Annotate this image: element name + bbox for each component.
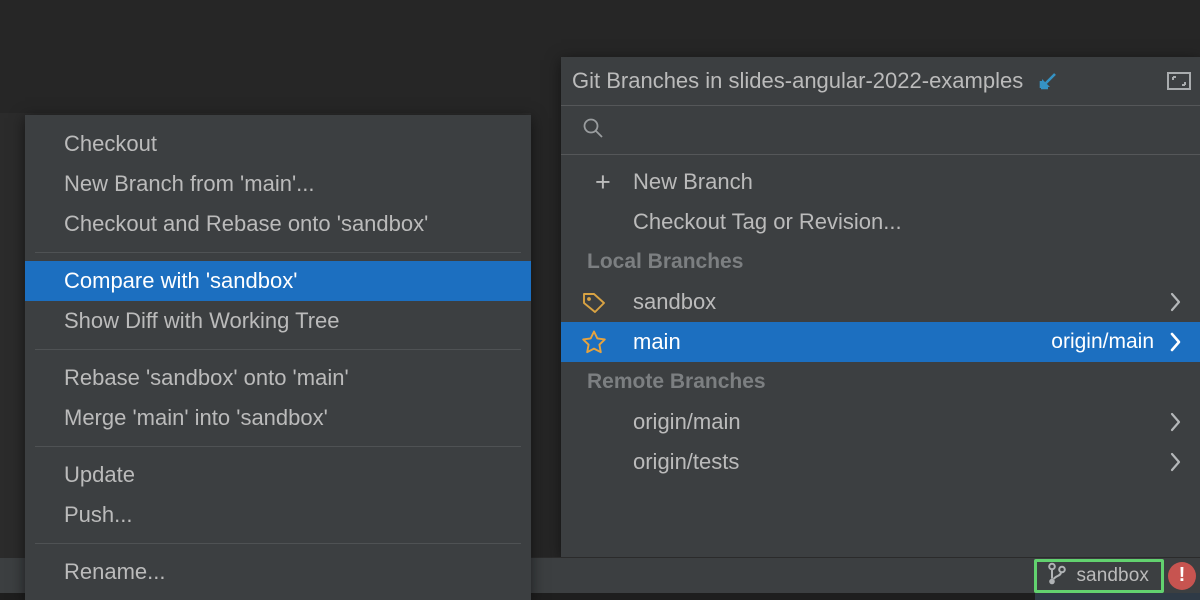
checkout-tag-or-revision-action[interactable]: Checkout Tag or Revision... — [561, 202, 1200, 242]
menu-item-new-branch-from-main[interactable]: New Branch from 'main'... — [25, 164, 531, 204]
menu-item-label: Push... — [64, 502, 133, 527]
chevron-right-icon[interactable] — [1168, 451, 1184, 473]
search-icon — [581, 116, 605, 145]
menu-item-checkout-and-rebase-onto-sandbox[interactable]: Checkout and Rebase onto 'sandbox' — [25, 204, 531, 244]
action-label: Checkout Tag or Revision... — [633, 209, 902, 234]
status-bar-branch-widget[interactable]: sandbox — [1034, 559, 1164, 593]
remote-branches-heading: Remote Branches — [587, 370, 766, 393]
tracking-branch: origin/main — [1051, 330, 1154, 353]
chevron-right-icon[interactable] — [1168, 291, 1184, 313]
menu-item-checkout[interactable]: Checkout — [25, 124, 531, 164]
menu-item-rename[interactable]: Rename... — [25, 552, 531, 592]
branch-context-menu: Checkout New Branch from 'main'... Check… — [25, 115, 531, 600]
status-bar-branch-label: sandbox — [1076, 565, 1149, 586]
search-input[interactable] — [617, 118, 1188, 142]
menu-item-merge-main-into-sandbox[interactable]: Merge 'main' into 'sandbox' — [25, 398, 531, 438]
menu-item-delete[interactable]: Delete — [25, 592, 531, 600]
menu-item-update[interactable]: Update — [25, 455, 531, 495]
menu-item-push[interactable]: Push... — [25, 495, 531, 535]
popup-title: Git Branches in slides-angular-2022-exam… — [572, 68, 1024, 93]
menu-item-show-diff-with-working-tree[interactable]: Show Diff with Working Tree — [25, 301, 531, 341]
branch-row-main[interactable]: main origin/main — [561, 322, 1200, 362]
menu-item-label: Rename... — [64, 559, 166, 584]
tag-icon — [581, 290, 633, 314]
git-branches-popup: Git Branches in slides-angular-2022-exam… — [561, 57, 1200, 557]
error-badge-glyph: ! — [1178, 564, 1186, 586]
menu-item-label: Checkout and Rebase onto 'sandbox' — [64, 211, 429, 236]
menu-separator — [35, 543, 521, 544]
menu-item-label: Show Diff with Working Tree — [64, 308, 340, 333]
branch-row-origin-tests[interactable]: origin/tests — [561, 442, 1200, 482]
menu-item-label: Checkout — [64, 131, 157, 156]
branch-name: sandbox — [633, 289, 717, 314]
plus-icon: + — [595, 166, 611, 197]
menu-separator — [35, 349, 521, 350]
chevron-right-icon[interactable] — [1168, 331, 1184, 353]
menu-separator — [35, 446, 521, 447]
branch-row-origin-main[interactable]: origin/main — [561, 402, 1200, 442]
local-branches-heading: Local Branches — [587, 250, 744, 273]
move-to-tool-window-icon[interactable] — [1033, 66, 1063, 96]
branch-name: origin/tests — [633, 449, 740, 474]
popup-header: Git Branches in slides-angular-2022-exam… — [561, 57, 1200, 105]
window-bottom-edge-accent — [1035, 593, 1200, 600]
new-branch-action[interactable]: + New Branch — [561, 162, 1200, 202]
menu-item-label: Update — [64, 462, 135, 487]
branch-search-row[interactable] — [561, 105, 1200, 155]
branch-name: main — [633, 329, 681, 354]
menu-item-compare-with-sandbox[interactable]: Compare with 'sandbox' — [25, 261, 531, 301]
menu-item-label: New Branch from 'main'... — [64, 171, 315, 196]
error-notification-badge[interactable]: ! — [1168, 562, 1196, 590]
menu-item-label: Merge 'main' into 'sandbox' — [64, 405, 328, 430]
star-icon — [581, 329, 633, 355]
branch-name: origin/main — [633, 409, 741, 434]
branch-row-sandbox[interactable]: sandbox — [561, 282, 1200, 322]
chevron-right-icon[interactable] — [1168, 411, 1184, 433]
menu-item-rebase-sandbox-onto-main[interactable]: Rebase 'sandbox' onto 'main' — [25, 358, 531, 398]
status-bar-right-group: sandbox ! — [1034, 558, 1200, 594]
branch-list: + New Branch Checkout Tag or Revision...… — [561, 155, 1200, 557]
menu-item-label: Rebase 'sandbox' onto 'main' — [64, 365, 349, 390]
restore-window-icon[interactable] — [1164, 66, 1194, 96]
action-label: New Branch — [633, 169, 753, 194]
menu-separator — [35, 252, 521, 253]
git-branch-icon — [1047, 562, 1067, 591]
menu-item-label: Compare with 'sandbox' — [64, 268, 298, 293]
ide-screen: Git Branches in slides-angular-2022-exam… — [0, 0, 1200, 600]
